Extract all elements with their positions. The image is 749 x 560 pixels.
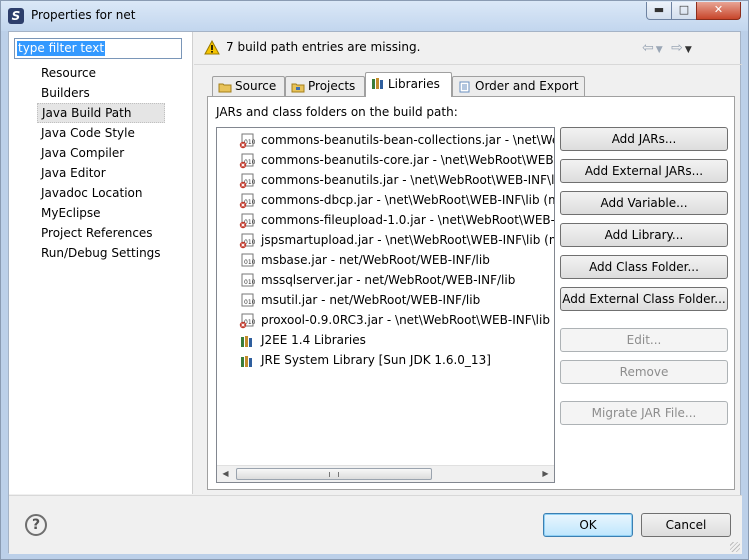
missing-jar-icon: 010 <box>239 213 255 229</box>
page-list: Resource Builders Java Build Path Java C… <box>37 63 165 263</box>
grip-icon <box>329 472 339 477</box>
list-item[interactable]: 010 commons-fileupload-1.0.jar - \net\Web… <box>239 210 554 230</box>
nav-item-java-compiler[interactable]: Java Compiler <box>37 143 165 163</box>
jar-icon: 010 <box>241 273 255 287</box>
migrate-jar-button[interactable]: Migrate JAR File... <box>560 401 728 425</box>
warning-message: 7 build path entries are missing. <box>226 40 421 54</box>
missing-jar-icon: 010 <box>239 153 255 169</box>
filter-input-text: type filter text <box>17 41 106 56</box>
scroll-right-icon[interactable]: ▶ <box>537 466 554 482</box>
add-external-class-folder-button[interactable]: Add External Class Folder... <box>560 287 728 311</box>
nav-item-java-build-path[interactable]: Java Build Path <box>37 103 165 123</box>
add-jars-button[interactable]: Add JARs... <box>560 127 728 151</box>
ok-button[interactable]: OK <box>543 513 633 537</box>
list-item[interactable]: 010 mssqlserver.jar - net/WebRoot/WEB-INF… <box>239 270 554 290</box>
nav-item-project-references[interactable]: Project References <box>37 223 165 243</box>
nav-item-javadoc-location[interactable]: Javadoc Location <box>37 183 165 203</box>
properties-dialog: S Properties for net ▬ □ ✕ type filter t… <box>0 0 749 560</box>
svg-text:010: 010 <box>244 259 255 266</box>
add-library-button[interactable]: Add Library... <box>560 223 728 247</box>
library-container-icon <box>241 336 252 347</box>
filter-input[interactable]: type filter text <box>14 38 182 59</box>
library-container-icon <box>241 356 252 367</box>
window-title: Properties for net <box>31 8 136 22</box>
history-nav: ⇦▼ ⇨▼ <box>642 40 694 56</box>
tab-libraries[interactable]: Libraries <box>365 72 452 97</box>
tab-label: Projects <box>308 79 356 93</box>
missing-jar-icon: 010 <box>239 313 255 329</box>
tab-label: Libraries <box>388 77 440 91</box>
missing-jar-icon: 010 <box>239 233 255 249</box>
missing-jar-icon: 010 <box>239 173 255 189</box>
list-item[interactable]: 010 commons-beanutils.jar - \net\WebRoot\… <box>239 170 554 190</box>
entries: 010 commons-beanutils-bean-collections.ja… <box>239 130 554 370</box>
list-item[interactable]: 010 msutil.jar - net/WebRoot/WEB-INF/lib <box>239 290 554 310</box>
myeclipse-app-icon: S <box>8 8 24 24</box>
libraries-panel: JARs and class folders on the build path… <box>207 96 735 490</box>
close-button[interactable]: ✕ <box>696 2 741 20</box>
svg-text:010: 010 <box>244 299 255 306</box>
add-external-jars-button[interactable]: Add External JARs... <box>560 159 728 183</box>
button-bar: ? OK Cancel <box>9 495 742 554</box>
property-page-tree: type filter text Resource Builders Java … <box>9 32 193 494</box>
list-item[interactable]: 010 msbase.jar - net/WebRoot/WEB-INF/lib <box>239 250 554 270</box>
dropdown-icon[interactable]: ▼ <box>685 45 694 55</box>
list-item[interactable]: 010 commons-beanutils-core.jar - \net\Web… <box>239 150 554 170</box>
message-area: 7 build path entries are missing. ⇦▼ ⇨▼ <box>204 38 734 58</box>
order-export-icon <box>459 81 470 93</box>
help-icon[interactable]: ? <box>25 514 47 536</box>
nav-item-java-editor[interactable]: Java Editor <box>37 163 165 183</box>
minimize-button[interactable]: ▬ <box>646 2 672 20</box>
horizontal-scrollbar[interactable]: ◀ ▶ <box>217 465 554 482</box>
cancel-button[interactable]: Cancel <box>641 513 731 537</box>
maximize-button[interactable]: □ <box>671 2 697 20</box>
jar-icon: 010 <box>241 253 255 267</box>
scroll-thumb[interactable] <box>236 468 432 480</box>
tab-label: Source <box>235 79 277 93</box>
projects-icon <box>291 83 305 93</box>
tab-source[interactable]: Source <box>212 76 285 96</box>
nav-item-java-code-style[interactable]: Java Code Style <box>37 123 165 143</box>
resize-grip-icon[interactable] <box>730 542 740 552</box>
dropdown-icon[interactable]: ▼ <box>656 45 665 55</box>
edit-button[interactable]: Edit... <box>560 328 728 352</box>
list-item[interactable]: 010 commons-beanutils-bean-collections.ja… <box>239 130 554 150</box>
add-variable-button[interactable]: Add Variable... <box>560 191 728 215</box>
list-item[interactable]: JRE System Library [Sun JDK 1.6.0_13] <box>239 350 554 370</box>
add-class-folder-button[interactable]: Add Class Folder... <box>560 255 728 279</box>
header-divider <box>194 64 742 65</box>
tab-order-and-export[interactable]: Order and Export <box>452 76 585 96</box>
nav-item-run-debug-settings[interactable]: Run/Debug Settings <box>37 243 165 263</box>
missing-jar-icon: 010 <box>239 133 255 149</box>
list-item[interactable]: 010 commons-dbcp.jar - \net\WebRoot\WEB-I… <box>239 190 554 210</box>
libraries-icon <box>372 78 383 89</box>
scroll-left-icon[interactable]: ◀ <box>217 466 234 482</box>
svg-text:010: 010 <box>244 279 255 286</box>
source-folder-icon <box>218 83 232 93</box>
list-item[interactable]: 010 jspsmartupload.jar - \net\WebRoot\WEB… <box>239 230 554 250</box>
nav-item-resource[interactable]: Resource <box>37 63 165 83</box>
warning-icon <box>204 40 220 55</box>
back-arrow-icon[interactable]: ⇦ <box>642 40 656 56</box>
remove-button[interactable]: Remove <box>560 360 728 384</box>
tab-label: Order and Export <box>475 79 579 93</box>
missing-jar-icon: 010 <box>239 193 255 209</box>
nav-item-builders[interactable]: Builders <box>37 83 165 103</box>
java-build-path-page: 7 build path entries are missing. ⇦▼ ⇨▼ … <box>194 32 742 494</box>
title-bar[interactable]: S Properties for net ▬ □ ✕ <box>1 1 748 31</box>
dialog-body: type filter text Resource Builders Java … <box>8 31 742 554</box>
libraries-panel-label: JARs and class folders on the build path… <box>216 105 458 119</box>
nav-item-myeclipse[interactable]: MyEclipse <box>37 203 165 223</box>
list-item[interactable]: J2EE 1.4 Libraries <box>239 330 554 350</box>
forward-arrow-icon[interactable]: ⇨ <box>671 40 685 56</box>
build-path-entries-list[interactable]: 010 commons-beanutils-bean-collections.ja… <box>216 127 555 483</box>
list-item[interactable]: 010 proxool-0.9.0RC3.jar - \net\WebRoot\W… <box>239 310 554 330</box>
jar-icon: 010 <box>241 293 255 307</box>
tab-projects[interactable]: Projects <box>285 76 365 96</box>
